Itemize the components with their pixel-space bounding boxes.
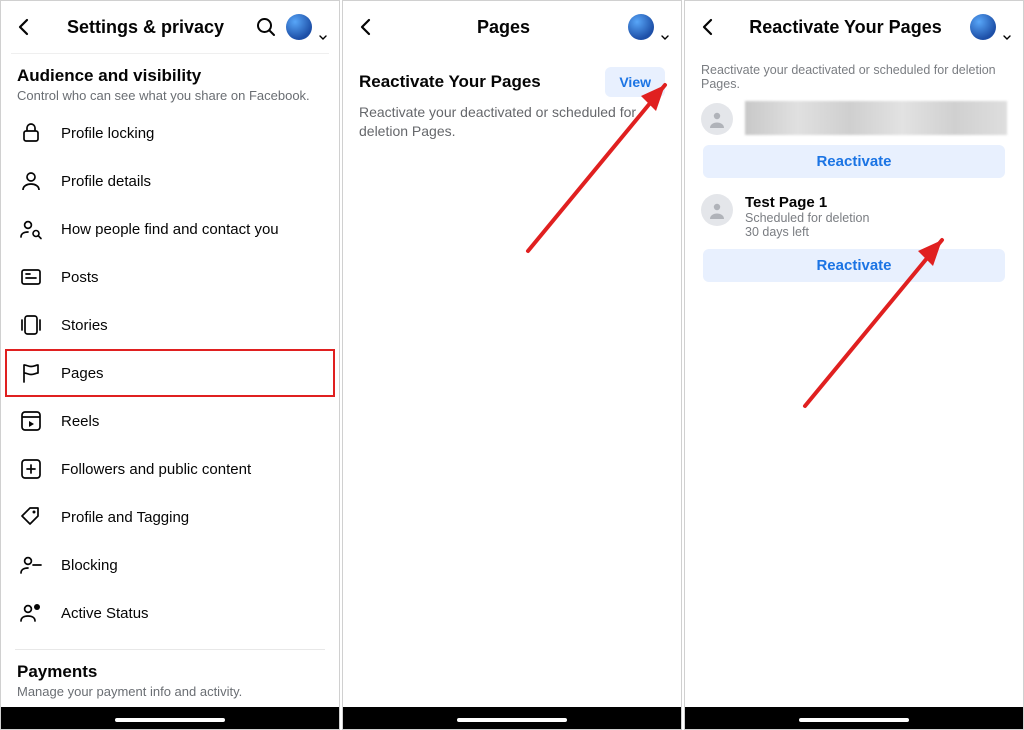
menu-label: Profile locking xyxy=(61,125,154,142)
flag-icon xyxy=(19,361,43,385)
header-title: Pages xyxy=(387,17,620,38)
menu-stories[interactable]: Stories xyxy=(5,301,335,349)
page-item: Test Page 1 Scheduled for deletion 30 da… xyxy=(685,188,1023,292)
page-desc: Reactivate your deactivated or scheduled… xyxy=(685,53,1023,97)
chevron-down-icon xyxy=(317,29,327,39)
section-title: Payments xyxy=(17,662,323,682)
nav-pill[interactable] xyxy=(457,718,567,722)
panel-pages: Pages Reactivate Your Pages View Reactiv… xyxy=(342,0,682,730)
section-payments: Payments Manage your payment info and ac… xyxy=(1,650,339,703)
header: Reactivate Your Pages xyxy=(685,1,1023,53)
chevron-down-icon xyxy=(1001,29,1011,39)
avatar[interactable] xyxy=(970,14,996,40)
back-icon[interactable] xyxy=(355,15,379,39)
avatar[interactable] xyxy=(286,14,312,40)
menu-profile-details[interactable]: Profile details xyxy=(5,157,335,205)
menu-label: Posts xyxy=(61,269,99,286)
tag-icon xyxy=(19,505,43,529)
nav-pill[interactable] xyxy=(115,718,225,722)
stories-icon xyxy=(19,313,43,337)
section-title: Audience and visibility xyxy=(17,66,323,86)
block-icon xyxy=(19,553,43,577)
reactivate-button[interactable]: Reactivate xyxy=(703,249,1005,282)
view-button[interactable]: View xyxy=(605,67,665,97)
header-title: Settings & privacy xyxy=(45,17,246,38)
menu-find-contact[interactable]: How people find and contact you xyxy=(5,205,335,253)
page-item: Reactivate xyxy=(685,97,1023,188)
menu-reels[interactable]: Reels xyxy=(5,397,335,445)
menu-followers[interactable]: Followers and public content xyxy=(5,445,335,493)
system-nav-bar xyxy=(685,707,1023,729)
page-avatar xyxy=(701,194,733,226)
menu-pages[interactable]: Pages xyxy=(5,349,335,397)
plus-box-icon xyxy=(19,457,43,481)
user-search-icon xyxy=(19,217,43,241)
user-icon xyxy=(19,169,43,193)
nav-pill[interactable] xyxy=(799,718,909,722)
search-icon[interactable] xyxy=(254,15,278,39)
header: Settings & privacy xyxy=(1,1,339,53)
menu-label: Stories xyxy=(61,317,108,334)
lock-icon xyxy=(19,121,43,145)
page-days-left: 30 days left xyxy=(745,225,1007,239)
section-sub: Manage your payment info and activity. xyxy=(17,684,323,699)
menu-label: Pages xyxy=(61,365,104,382)
section-sub: Control who can see what you share on Fa… xyxy=(17,88,323,103)
page-name: Test Page 1 xyxy=(745,194,1007,211)
menu-label: How people find and contact you xyxy=(61,221,279,238)
system-nav-bar xyxy=(1,707,339,729)
system-nav-bar xyxy=(343,707,681,729)
section-audience: Audience and visibility Control who can … xyxy=(1,54,339,107)
panel-settings: Settings & privacy Audience and visibili… xyxy=(0,0,340,730)
menu-label: Profile details xyxy=(61,173,151,190)
menu-active-status[interactable]: Active Status xyxy=(5,589,335,637)
card-title: Reactivate Your Pages xyxy=(359,72,595,92)
back-icon[interactable] xyxy=(697,15,721,39)
reactivate-card: Reactivate Your Pages View Reactivate yo… xyxy=(343,53,681,151)
menu-label: Active Status xyxy=(61,605,149,622)
back-icon[interactable] xyxy=(13,15,37,39)
menu-blocking[interactable]: Blocking xyxy=(5,541,335,589)
header-title: Reactivate Your Pages xyxy=(729,17,962,38)
menu-label: Profile and Tagging xyxy=(61,509,189,526)
menu-label: Reels xyxy=(61,413,99,430)
redacted-name xyxy=(745,101,1007,135)
chevron-down-icon xyxy=(659,29,669,39)
menu-profile-locking[interactable]: Profile locking xyxy=(5,109,335,157)
post-icon xyxy=(19,265,43,289)
header: Pages xyxy=(343,1,681,53)
reels-icon xyxy=(19,409,43,433)
menu-posts[interactable]: Posts xyxy=(5,253,335,301)
page-avatar xyxy=(701,103,733,135)
active-status-icon xyxy=(19,601,43,625)
menu-profile-tagging[interactable]: Profile and Tagging xyxy=(5,493,335,541)
page-status: Scheduled for deletion xyxy=(745,211,1007,225)
avatar[interactable] xyxy=(628,14,654,40)
panel-reactivate: Reactivate Your Pages Reactivate your de… xyxy=(684,0,1024,730)
card-sub: Reactivate your deactivated or scheduled… xyxy=(359,103,665,141)
reactivate-button[interactable]: Reactivate xyxy=(703,145,1005,178)
menu-label: Blocking xyxy=(61,557,118,574)
menu-label: Followers and public content xyxy=(61,461,251,478)
